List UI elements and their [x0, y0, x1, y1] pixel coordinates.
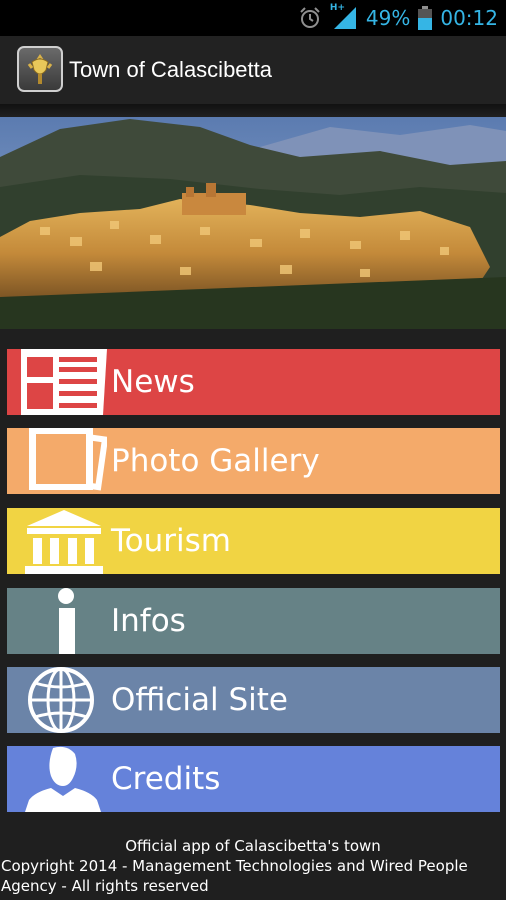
person-icon: [21, 746, 107, 812]
menu-label-tourism: Tourism: [111, 523, 231, 559]
battery-percent: 49%: [365, 6, 411, 30]
menu-item-photo-gallery[interactable]: Photo Gallery: [7, 428, 500, 494]
menu-item-infos[interactable]: Infos: [7, 588, 500, 654]
network-type-label: H+: [329, 3, 345, 13]
photos-icon: [21, 428, 109, 494]
newspaper-icon: [21, 349, 107, 415]
clock-time: 00:12: [440, 6, 498, 30]
menu-item-official-site[interactable]: Official Site: [7, 667, 500, 733]
action-bar-shadow: [0, 104, 506, 116]
menu-label-official-site: Official Site: [111, 682, 289, 718]
status-icons: H+ 49% 00:12: [298, 0, 498, 36]
town-crest-icon[interactable]: [17, 46, 63, 92]
menu-label-news: News: [111, 364, 195, 400]
menu-item-news[interactable]: News: [7, 349, 500, 415]
footer-copyright-line1: Copyright 2014 - Management Technologies…: [1, 857, 468, 875]
footer: Official app of Calascibetta's town Copy…: [0, 836, 506, 896]
menu-label-infos: Infos: [111, 603, 186, 639]
info-icon: [21, 588, 107, 654]
action-bar: Town of Calascibetta: [0, 36, 506, 105]
menu-label-photo-gallery: Photo Gallery: [111, 443, 320, 479]
footer-copyright-line2: Agency - All rights reserved: [1, 877, 209, 895]
globe-icon: [21, 667, 107, 733]
museum-icon: [21, 508, 107, 574]
footer-official-app-text: Official app of Calascibetta's town: [125, 837, 381, 855]
menu-label-credits: Credits: [111, 761, 221, 797]
status-bar: H+ 49% 00:12: [0, 0, 506, 36]
town-panorama-photo: [0, 117, 506, 329]
alarm-clock-icon: [298, 6, 322, 30]
menu-item-tourism[interactable]: Tourism: [7, 508, 500, 574]
app-title: Town of Calascibetta: [69, 57, 272, 82]
battery-icon: [418, 6, 433, 30]
signal-strength-icon: H+: [329, 3, 358, 31]
menu-item-credits[interactable]: Credits: [7, 746, 500, 812]
